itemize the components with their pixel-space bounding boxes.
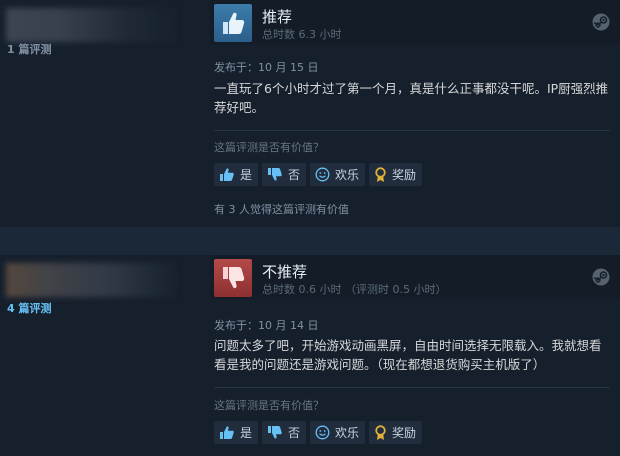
helpful-count: 有 3 人觉得这篇评测有价值 [214, 203, 349, 216]
review-header[interactable]: 推荐 总时数 6.3 小时 [210, 0, 620, 44]
review-body: 问题太多了吧，开始游戏动画黑屏，自由时间选择无限载入。我就想看看是我的问题还是游… [214, 338, 602, 372]
divider [214, 387, 610, 388]
award-icon [375, 166, 386, 182]
thumbs-up-icon [214, 4, 252, 42]
smile-icon [315, 167, 330, 182]
vote-funny-button[interactable]: 欢乐 [310, 421, 366, 444]
divider [214, 130, 610, 131]
award-icon [375, 424, 386, 440]
award-label: 奖励 [392, 426, 417, 440]
vote-yes-label: 是 [240, 168, 253, 182]
award-button[interactable]: 奖励 [369, 421, 423, 444]
vote-buttons: 是 否 欢乐 奖励 [214, 163, 423, 186]
author-review-count[interactable]: 1 篇评测 [7, 41, 51, 57]
thumbs-down-icon [268, 426, 282, 439]
review-separator [0, 227, 620, 255]
vote-no-button[interactable]: 否 [262, 163, 307, 186]
posted-date: 发布于：10 月 15 日 [214, 61, 319, 74]
thumbs-down-icon [268, 168, 282, 181]
avatar[interactable] [6, 263, 180, 297]
vote-funny-label: 欢乐 [335, 168, 360, 182]
review-body: 一直玩了6个小时才过了第一个月，真是什么正事都没干呢。IP厨强烈推荐好吧。 [214, 81, 609, 115]
playtime: 总时数 0.6 小时 （评测时 0.5 小时） [262, 283, 447, 296]
vote-no-label: 否 [288, 168, 301, 182]
thumbs-up-icon [220, 168, 234, 181]
vote-yes-button[interactable]: 是 [214, 163, 259, 186]
review-verdict: 不推荐 [262, 263, 308, 281]
vote-yes-label: 是 [240, 426, 253, 440]
review-card: 4 篇评测 不推荐 总时数 0.6 小时 （评测时 0.5 小时） 发布于：10… [0, 255, 620, 456]
review-card: 1 篇评测 推荐 总时数 6.3 小时 发布于：10 月 15 日 一直玩了6个… [0, 0, 620, 227]
playtime: 总时数 6.3 小时 [262, 28, 342, 41]
vote-funny-label: 欢乐 [335, 426, 360, 440]
avatar[interactable] [6, 8, 180, 42]
thumbs-up-icon [220, 426, 234, 439]
vote-no-button[interactable]: 否 [262, 421, 307, 444]
author-review-count[interactable]: 4 篇评测 [7, 300, 51, 316]
author-column: 1 篇评测 [0, 0, 200, 227]
posted-date: 发布于：10 月 14 日 [214, 319, 319, 332]
steam-logo-icon [592, 268, 610, 286]
helpful-question: 这篇评测是否有价值？ [214, 399, 324, 412]
review-verdict: 推荐 [262, 8, 293, 26]
steam-logo-icon [592, 13, 610, 31]
vote-no-label: 否 [288, 426, 301, 440]
vote-yes-button[interactable]: 是 [214, 421, 259, 444]
award-label: 奖励 [392, 168, 417, 182]
smile-icon [315, 425, 330, 440]
vote-funny-button[interactable]: 欢乐 [310, 163, 366, 186]
thumbs-down-icon [214, 259, 252, 297]
vote-buttons: 是 否 欢乐 奖励 [214, 421, 423, 444]
helpful-question: 这篇评测是否有价值？ [214, 141, 324, 154]
award-button[interactable]: 奖励 [369, 163, 423, 186]
author-column: 4 篇评测 [0, 255, 200, 456]
review-header[interactable]: 不推荐 总时数 0.6 小时 （评测时 0.5 小时） [210, 255, 620, 299]
